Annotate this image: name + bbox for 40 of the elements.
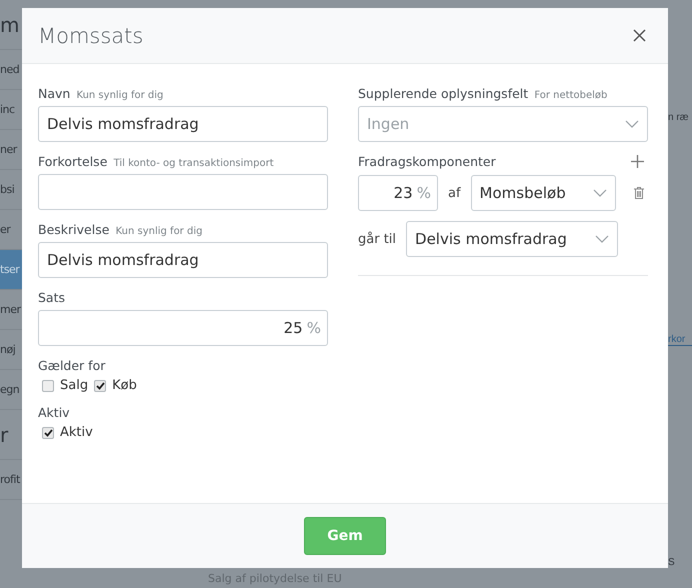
checkbox-option[interactable]: Aktiv xyxy=(42,425,93,440)
percent-field[interactable]: 23 % xyxy=(358,175,438,211)
save-button[interactable]: Gem xyxy=(304,517,386,555)
chevron-down-icon xyxy=(592,189,607,197)
of-label: af xyxy=(448,186,461,200)
close-icon xyxy=(633,29,646,42)
delete-button[interactable] xyxy=(634,187,644,199)
text-field[interactable]: Delvis momsfradrag xyxy=(38,242,328,278)
field-label: Forkortelse Til konto- og transaktionsimport xyxy=(38,154,275,169)
dialog-title: Momssats xyxy=(38,24,144,48)
link[interactable]: rkor xyxy=(668,334,692,346)
field-label: Gælder for xyxy=(38,358,106,373)
trash-icon xyxy=(634,187,644,199)
checkbox-option[interactable]: Salg xyxy=(42,378,88,393)
chevron-down-icon xyxy=(625,120,639,128)
checkbox[interactable] xyxy=(42,380,54,392)
add-button[interactable] xyxy=(631,155,644,168)
supplement-select[interactable]: Ingen xyxy=(358,106,648,142)
background-text: n ræ xyxy=(668,112,690,123)
field-label: Aktiv xyxy=(38,405,71,420)
chevron-down-icon xyxy=(595,235,610,243)
source-select[interactable]: Momsbeløb xyxy=(470,175,616,211)
field-label: Beskrivelse Kun synlig for dig xyxy=(38,222,204,237)
checkbox[interactable] xyxy=(94,380,106,392)
check-icon xyxy=(44,428,52,436)
section-label: Fradragskomponenter xyxy=(358,154,496,169)
text-field[interactable]: Delvis momsfradrag xyxy=(38,106,328,142)
sidebar-item[interactable]: tser xyxy=(0,250,22,290)
field-label: Supplerende oplysningsfelt For nettobeløb xyxy=(358,86,608,101)
check-icon xyxy=(96,382,105,390)
target-select[interactable]: Delvis momsfradrag xyxy=(406,221,618,257)
text-field[interactable] xyxy=(38,174,328,210)
goes-to-label: går til xyxy=(358,232,396,246)
field-label: Navn Kun synlig for dig xyxy=(38,86,164,101)
checkbox-option[interactable]: Køb xyxy=(94,378,137,393)
background-text: S xyxy=(668,557,676,568)
plus-icon xyxy=(631,155,644,168)
field-label: Sats xyxy=(38,290,66,305)
checkbox[interactable] xyxy=(42,426,54,438)
rate-field[interactable]: 25 % xyxy=(38,310,328,346)
